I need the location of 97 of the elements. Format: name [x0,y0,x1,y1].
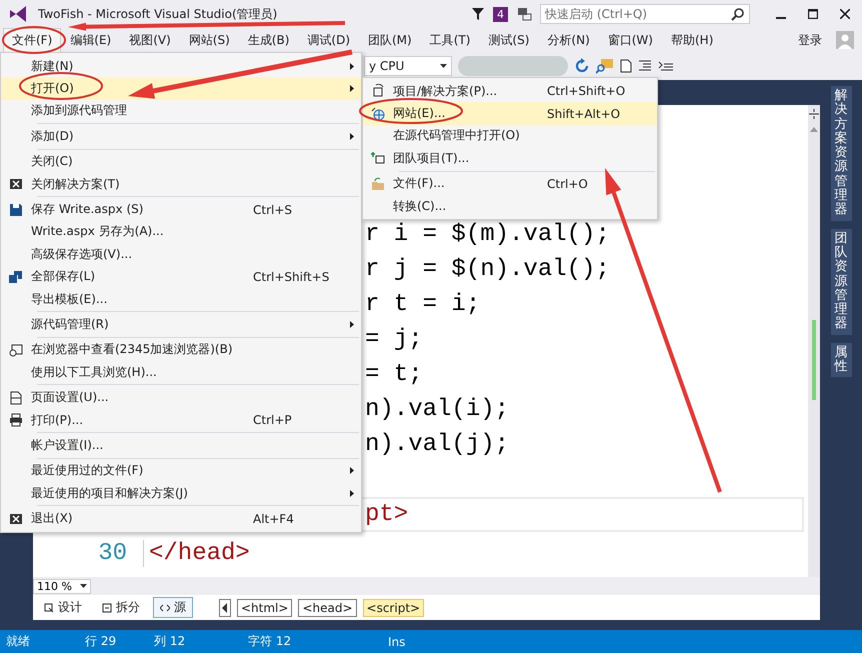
menu-item[interactable]: 视图(V) [120,28,180,52]
menu-item[interactable]: 源代码管理(R) [1,313,361,336]
close-icon[interactable] [840,9,850,19]
breadcrumb[interactable]: <script> [362,598,424,616]
menu-item[interactable]: 调试(D) [298,28,359,52]
view-tab[interactable]: 拆分 [95,597,147,618]
indent-icon[interactable] [638,60,652,72]
menu-item[interactable]: 文件(F)... Ctrl+O [363,172,657,195]
design-icon [44,602,54,612]
browser-icon [9,342,23,357]
filter-icon[interactable] [471,7,485,21]
status-text: 字符 12 [248,633,292,650]
notification-badge[interactable]: 4 [493,6,508,22]
caret-icon [80,584,87,588]
code-line: n).val(j); [365,432,510,456]
project-icon [371,84,385,98]
code-icon [160,602,170,612]
menu-item[interactable]: 窗口(W) [598,28,662,52]
menu-item[interactable]: 打开(O) [1,77,361,100]
document-icon[interactable] [620,59,632,73]
menu-item[interactable]: 分析(N) [538,28,599,52]
side-tab[interactable]: 解决方案资源管理器 [830,86,852,221]
menu-item[interactable]: 打印(P)... Ctrl+P [1,408,361,432]
search-box[interactable]: 快速启动 (Ctrl+Q) [540,4,750,24]
menu-item[interactable]: 最近使用过的文件(F) [1,460,361,482]
window-title: TwoFish - Microsoft Visual Studio(管理员) [38,6,278,22]
menu-item[interactable]: 在源代码管理中打开(O) [363,124,657,148]
breadcrumb[interactable]: <html> [237,598,292,616]
quick-launch-field[interactable]: 快速启动 (Ctrl+Q) [545,7,715,21]
previous-icon[interactable] [219,598,231,616]
code-line: r j = $(n).val(); [365,258,610,282]
menu-item[interactable]: 导出模板(E)... [1,288,361,310]
breadcrumb[interactable]: <head> [298,598,357,616]
save-all-icon [9,270,23,284]
code-line: r i = $(m).val(); [365,222,610,246]
find-icon[interactable] [596,58,614,74]
save-icon [9,202,23,217]
status-text: Ins [388,634,406,648]
close-icon [9,177,23,192]
menu-item[interactable]: 团队项目(T)... [363,147,657,170]
view-tab[interactable]: 源 [153,597,193,618]
menu-item[interactable]: 关闭(C) [1,150,361,173]
status-text: 行 29 [85,633,118,650]
code-line: pt> [365,502,408,526]
menu-item[interactable]: 关闭解决方案(T) [1,172,361,196]
caret-icon [440,64,447,68]
menu-item[interactable]: 全部保存(L) Ctrl+Shift+S [1,266,361,288]
menu-item[interactable]: 高级保存选项(V)... [1,243,361,266]
menu-item[interactable]: Write.aspx 另存为(A)... [1,220,361,244]
menu-item[interactable]: 帐户设置(I)... [1,434,361,457]
sign-in-link[interactable]: 登录 [798,32,822,48]
menu-item[interactable]: 新建(N) [1,55,361,78]
menu-item[interactable]: 项目/解决方案(P)... Ctrl+Shift+O [363,80,657,102]
comment-lines-icon[interactable] [658,60,674,72]
view-tab[interactable]: 设计 [37,597,89,618]
status-text: 列 12 [154,633,186,650]
feedback-icon[interactable] [516,6,532,22]
maximize-icon[interactable] [808,9,818,19]
menu-item[interactable]: 最近使用的项目和解决方案(J) [1,482,361,504]
globe-icon [371,106,385,121]
menu-item[interactable]: 生成(B) [238,28,298,52]
menu-item[interactable]: 添加到源代码管理 [1,100,361,122]
refresh-icon[interactable] [574,58,590,74]
menu-item[interactable]: 保存 Write.aspx (S) Ctrl+S [1,198,361,221]
code-line: n).val(i); [365,398,510,422]
status-text: 就绪 [6,633,31,650]
side-tab[interactable]: 团队资源管理器 [830,228,852,335]
split-icon[interactable] [809,109,819,119]
line-number: 30 [97,542,127,566]
menu-item[interactable]: 工具(T) [420,28,480,52]
menu-item[interactable]: 测试(S) [479,28,538,52]
platform-dropdown[interactable]: y CPU [364,56,452,76]
menu-item[interactable]: 退出(X) Alt+F4 [1,507,361,530]
team-project-icon [371,151,385,166]
page-setup-icon [9,390,23,405]
menu-item[interactable]: 网站(S) [180,28,239,52]
code-line: r t = i; [365,292,480,316]
code-line: = t; [365,362,423,386]
menu-item[interactable]: 页面设置(U)... [1,386,361,409]
close-icon [9,512,23,526]
side-tab[interactable]: 属性 [830,342,852,378]
menu-item[interactable]: 使用以下工具浏览(H)... [1,361,361,384]
menu-item[interactable]: 网站(E)... Shift+Alt+O [363,102,657,125]
annotation-ellipse [1,25,67,55]
split-view-icon [102,602,112,612]
menu-item[interactable]: 转换(C)... [363,194,657,218]
printer-icon [9,413,23,428]
code-line: = j; [365,328,423,352]
menu-item[interactable]: 团队(M) [359,28,421,52]
scrollbar[interactable] [808,105,820,577]
menu-item[interactable]: 在浏览器中查看(2345加速浏览器)(B) [1,338,361,362]
menu-item[interactable]: 帮助(H) [662,28,722,52]
menu-item[interactable]: 添加(D) [1,125,361,148]
code-line: </head> [149,542,250,566]
search-icon[interactable] [731,7,745,21]
folder-icon [371,176,385,191]
zoom-dropdown[interactable]: 110 % [33,578,91,594]
